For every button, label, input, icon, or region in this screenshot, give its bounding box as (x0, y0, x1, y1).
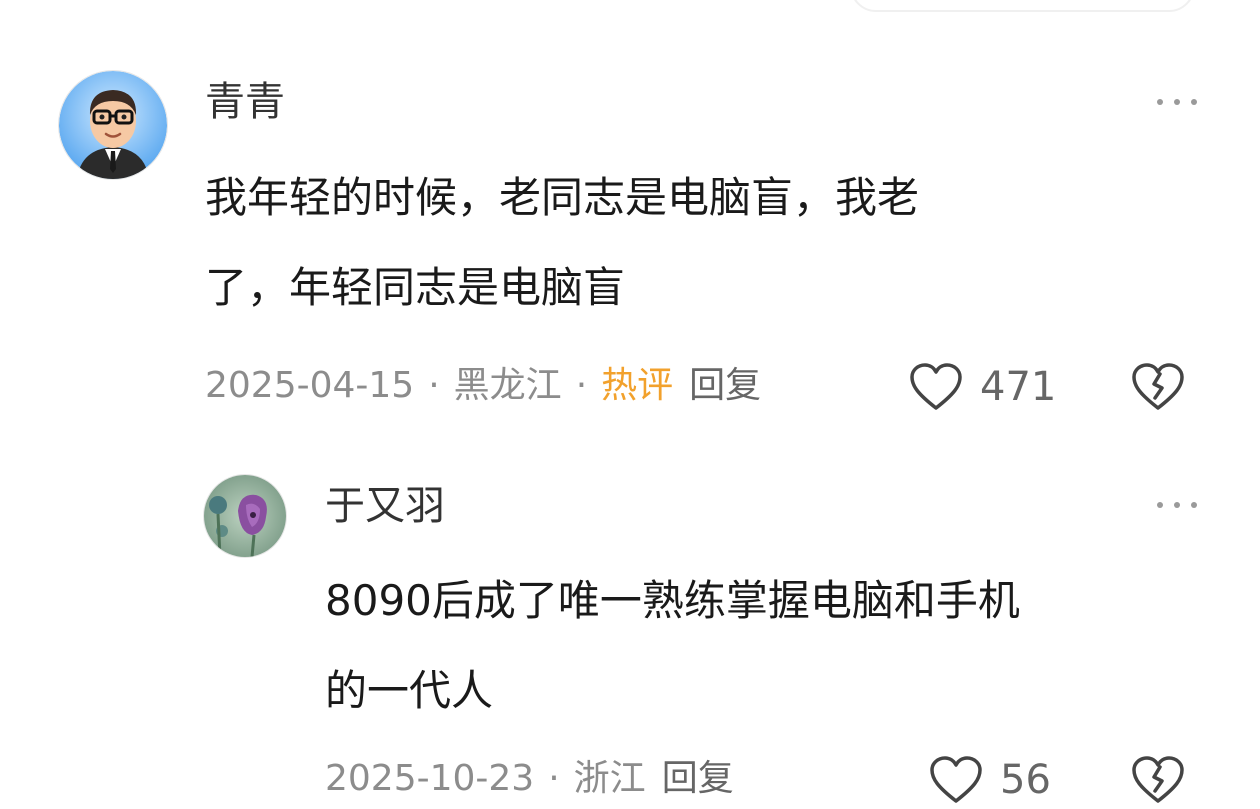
meta-separator: · (548, 758, 560, 799)
purple-flower-avatar-icon (204, 475, 286, 557)
comment-text-line-2: 的一代人 (325, 666, 494, 715)
cartoon-man-glasses-avatar-icon (59, 71, 167, 179)
heart-icon (910, 363, 962, 410)
username[interactable]: 青青 (205, 78, 285, 126)
more-options-icon[interactable] (1157, 92, 1197, 112)
comment-date: 2025-04-15 (205, 365, 415, 406)
comment-text-line-1: 我年轻的时候，老同志是电脑盲，我老 (205, 173, 920, 222)
broken-heart-icon (1132, 363, 1184, 410)
comment-location: 黑龙江 (453, 365, 562, 406)
comment-text-line-2: 了，年轻同志是电脑盲 (205, 263, 626, 312)
like-button[interactable]: 56 (928, 755, 1051, 805)
username[interactable]: 于又羽 (325, 482, 445, 530)
reply-button[interactable]: 回复 (689, 364, 761, 408)
comment-meta: 2025-10-23 · 浙江 回复 (325, 757, 734, 801)
like-count: 471 (980, 364, 1057, 410)
dislike-button[interactable] (1130, 755, 1186, 809)
reply-button[interactable]: 回复 (662, 757, 734, 801)
dislike-button[interactable] (1130, 362, 1186, 416)
like-button[interactable]: 471 (908, 362, 1056, 412)
avatar[interactable] (203, 474, 287, 558)
meta-separator: · (575, 365, 588, 406)
like-count: 56 (1000, 757, 1051, 803)
hot-comment-badge: 热评 (601, 365, 674, 406)
comment-text-line-1: 8090后成了唯一熟练掌握电脑和手机 (325, 576, 1020, 625)
heart-icon (930, 756, 982, 803)
meta-separator: · (428, 365, 440, 406)
comment-location: 浙江 (573, 758, 646, 799)
avatar[interactable] (58, 70, 168, 180)
more-options-icon[interactable] (1157, 495, 1197, 515)
comment-date: 2025-10-23 (325, 758, 535, 799)
top-search-pill (850, 0, 1195, 12)
broken-heart-icon (1132, 756, 1184, 803)
comment-meta: 2025-04-15 · 黑龙江 · 热评 回复 (205, 364, 761, 408)
